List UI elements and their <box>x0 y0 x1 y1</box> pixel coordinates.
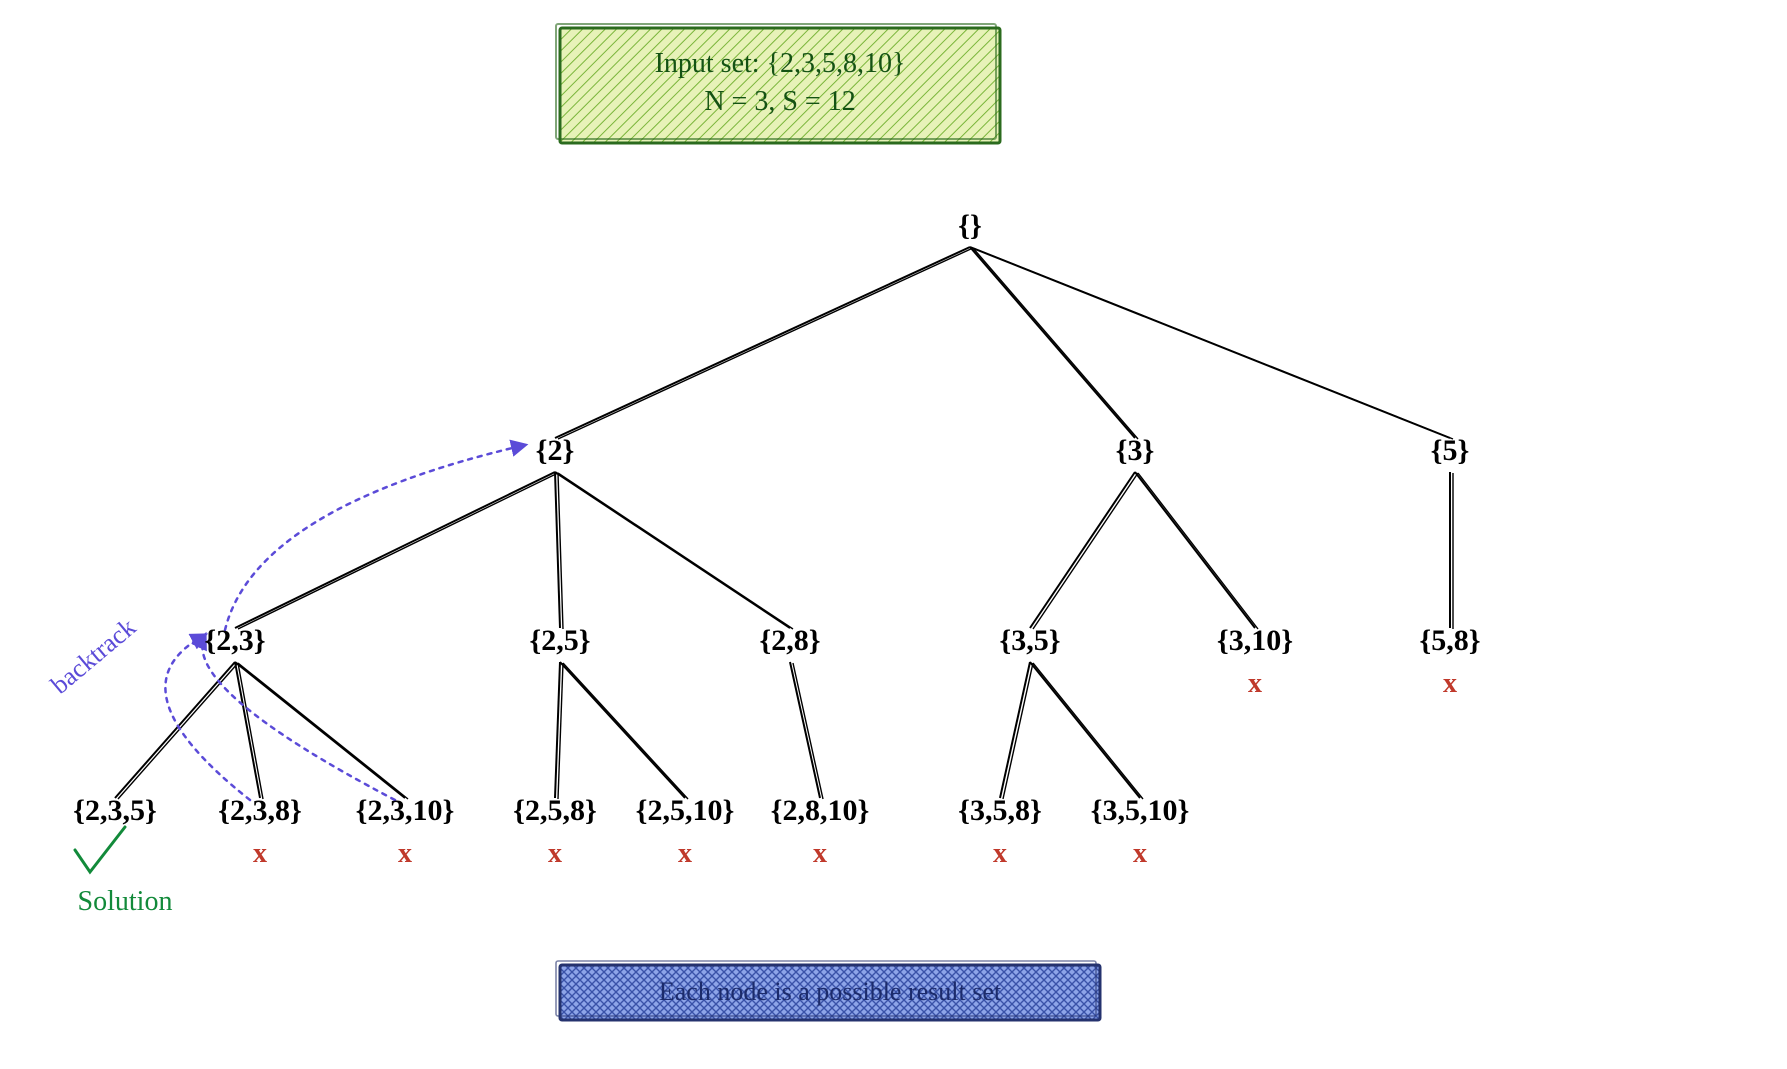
backtrack-arcs <box>165 445 525 800</box>
fail-mark: x <box>253 838 267 869</box>
edge <box>560 662 685 798</box>
node-n28: {2,8} <box>759 624 820 657</box>
fail-mark: x <box>1248 668 1262 699</box>
edge <box>238 663 263 799</box>
node-n3: {3} <box>1116 434 1155 467</box>
edge <box>558 248 973 439</box>
edge <box>115 662 235 798</box>
edge <box>1033 663 1143 799</box>
check-icon <box>75 827 125 872</box>
node-n258: {2,5,8} <box>513 794 597 827</box>
edge <box>235 472 555 628</box>
backtrack-arrow <box>202 635 395 800</box>
info-box: Input set: {2,3,5,8,10} N = 3, S = 12 <box>556 24 1000 143</box>
solution-label: Solution <box>78 886 173 917</box>
edge <box>790 662 820 798</box>
fail-mark: x <box>1443 668 1457 699</box>
node-n58: {5,8} <box>1419 624 1480 657</box>
node-n2310: {2,3,10} <box>356 794 455 827</box>
node-n358: {3,5,8} <box>958 794 1042 827</box>
node-n2510: {2,5,10} <box>636 794 735 827</box>
fail-mark: x <box>1133 838 1147 869</box>
edge <box>238 663 408 799</box>
info-line-2: N = 3, S = 12 <box>704 86 855 117</box>
edge <box>1000 662 1030 798</box>
node-n238: {2,3,8} <box>218 794 302 827</box>
edge <box>235 662 405 798</box>
node-n5: {5} <box>1431 434 1470 467</box>
edge <box>563 663 688 799</box>
node-n23: {2,3} <box>204 624 265 657</box>
node-n2810: {2,8,10} <box>771 794 870 827</box>
edge <box>555 247 970 438</box>
info-line-1: Input set: {2,3,5,8,10} <box>655 48 906 79</box>
node-n25: {2,5} <box>529 624 590 657</box>
node-root: {} <box>958 209 982 242</box>
edge <box>558 473 793 629</box>
edge <box>1138 473 1258 629</box>
fail-mark: x <box>993 838 1007 869</box>
edge <box>1003 663 1033 799</box>
node-n35: {3,5} <box>999 624 1060 657</box>
node-n310: {3,10} <box>1217 624 1293 657</box>
node-n3510: {3,5,10} <box>1091 794 1190 827</box>
fail-mark: x <box>548 838 562 869</box>
caption-box: Each node is a possible result set <box>556 961 1100 1020</box>
backtrack-arrow <box>225 445 525 630</box>
edge <box>555 472 790 628</box>
node-n2: {2} <box>536 434 575 467</box>
edge <box>235 662 260 798</box>
backtrack-label: backtrack <box>45 612 141 699</box>
node-n235: {2,3,5} <box>73 794 157 827</box>
fail-mark: x <box>398 838 412 869</box>
edge <box>793 663 823 799</box>
edge <box>1030 662 1140 798</box>
fail-mark: x <box>813 838 827 869</box>
edge <box>1135 472 1255 628</box>
caption-text: Each node is a possible result set <box>659 977 1002 1006</box>
edge <box>973 248 1453 439</box>
nodes-layer: {} {2} {3} {5} {2,3} {2,5} {2,8} {3,5} {3,10} x {5… <box>73 209 1480 869</box>
edge <box>970 247 1135 438</box>
diagram-canvas: Input set: {2,3,5,8,10} N = 3, S = 12 {}… <box>0 0 1787 1069</box>
edge <box>1030 472 1135 628</box>
solution-annotation: Solution <box>75 827 172 917</box>
edge <box>1033 473 1138 629</box>
edge <box>238 473 558 629</box>
edge <box>973 248 1138 439</box>
fail-mark: x <box>678 838 692 869</box>
backtrack-arrow <box>165 635 250 800</box>
